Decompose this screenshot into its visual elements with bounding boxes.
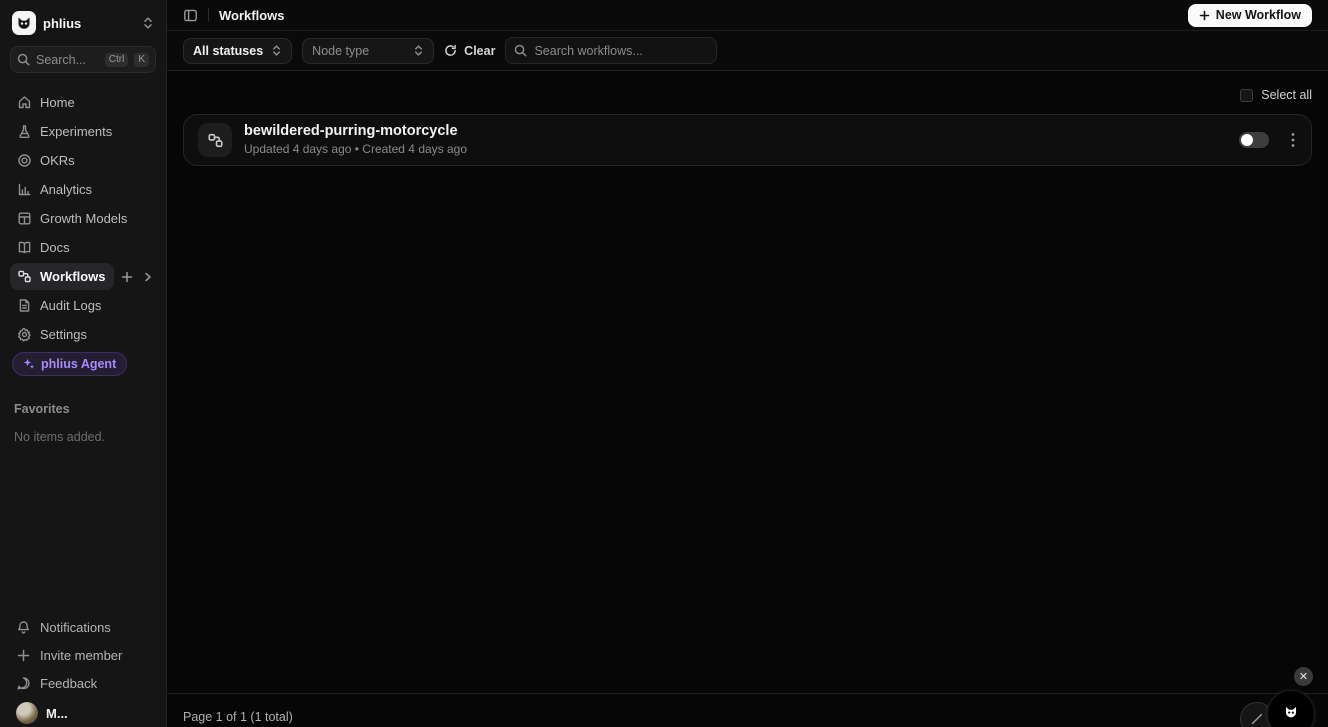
workflow-meta: Updated 4 days ago • Created 4 days ago	[244, 142, 468, 156]
sidebar-item-analytics[interactable]: Analytics	[10, 176, 156, 203]
workflow-search-box	[505, 37, 718, 64]
bar-chart-icon	[17, 182, 32, 197]
sidebar-item-label: Home	[40, 95, 75, 110]
plus-icon	[1199, 10, 1210, 21]
phlius-agent-button[interactable]: phlius Agent	[12, 352, 128, 376]
sidebar-item-label: Docs	[40, 240, 70, 255]
clear-filters-button[interactable]: Clear	[444, 44, 495, 58]
workflow-icon	[17, 269, 32, 284]
refresh-icon	[444, 44, 457, 57]
page-title: Workflows	[219, 7, 285, 23]
book-icon	[17, 240, 32, 255]
user-name: M...	[46, 705, 68, 721]
sidebar-item-home[interactable]: Home	[10, 89, 156, 116]
sidebar-item-label: Audit Logs	[40, 298, 102, 313]
document-icon	[17, 298, 32, 313]
select-all-checkbox[interactable]	[1240, 88, 1254, 102]
home-icon	[17, 95, 32, 110]
sidebar-item-label: Workflows	[40, 269, 106, 284]
sidebar-nav: Home Experiments OKRs Analytics Growth M…	[10, 89, 156, 348]
phlius-logo-icon	[12, 11, 36, 35]
pagination-label: Page 1 of 1 (1 total)	[183, 710, 293, 724]
search-icon	[17, 53, 30, 66]
select-all-row: Select all	[183, 87, 1312, 103]
filter-bar: All statuses Node type Clear	[167, 31, 1328, 71]
sidebar-search-placeholder: Search...	[36, 52, 87, 67]
bell-icon	[16, 620, 31, 635]
clear-label: Clear	[464, 43, 496, 58]
notifications-label: Notifications	[40, 619, 111, 635]
table-grid-icon	[17, 211, 32, 226]
flask-icon	[17, 124, 32, 139]
sidebar-item-label: Growth Models	[40, 211, 128, 226]
feedback-label: Feedback	[40, 675, 98, 691]
target-icon	[17, 153, 32, 168]
notifications-button[interactable]: Notifications	[10, 613, 156, 641]
sidebar-item-experiments[interactable]: Experiments	[10, 118, 156, 145]
sidebar-item-label: OKRs	[40, 153, 75, 168]
workflow-row[interactable]: bewildered-purring-motorcycle Updated 4 …	[183, 114, 1312, 166]
gear-icon	[17, 327, 32, 342]
add-workflow-button[interactable]	[119, 269, 135, 285]
invite-member-button[interactable]: Invite member	[10, 641, 156, 669]
sidebar-item-audit-logs[interactable]: Audit Logs	[10, 292, 156, 319]
sparkle-icon	[23, 358, 35, 370]
sidebar-item-workflows-row: Workflows	[10, 263, 156, 290]
plus-icon	[16, 648, 31, 663]
sidebar-footer: Notifications Invite member Feedback M..…	[10, 613, 156, 727]
sidebar-item-growth-models[interactable]: Growth Models	[10, 205, 156, 232]
sidebar-item-label: Settings	[40, 327, 87, 342]
workflow-list: Select all bewildered-purring-motorcycle…	[167, 71, 1328, 693]
sidebar-item-workflows[interactable]: Workflows	[10, 263, 114, 290]
sidebar-item-label: Analytics	[40, 182, 93, 197]
header-divider	[208, 8, 209, 22]
workflow-title: bewildered-purring-motorcycle	[244, 123, 458, 139]
new-workflow-label: New Workflow	[1215, 8, 1301, 22]
chevron-up-down-icon	[413, 44, 424, 57]
main-area: Workflows New Workflow All statuses Node…	[167, 0, 1328, 727]
workflow-search-input[interactable]	[534, 43, 709, 58]
shortcut-key-badge: K	[134, 52, 149, 67]
phlius-agent-label: phlius Agent	[41, 357, 117, 371]
favorites-title: Favorites	[14, 402, 70, 416]
avatar	[16, 702, 38, 724]
kebab-menu-icon[interactable]	[1289, 130, 1297, 150]
sidebar-toggle-icon[interactable]	[183, 8, 198, 23]
search-icon	[514, 44, 527, 57]
shortcut-ctrl-badge: Ctrl	[104, 52, 129, 67]
user-menu[interactable]: M...	[10, 697, 156, 727]
chat-bubble-icon	[16, 676, 31, 691]
main-header: Workflows New Workflow	[167, 0, 1328, 31]
select-all-label: Select all	[1261, 88, 1312, 102]
sidebar-item-label: Experiments	[40, 124, 113, 139]
chevron-up-down-icon	[271, 44, 282, 57]
feedback-button[interactable]: Feedback	[10, 669, 156, 697]
toggle-knob	[1241, 134, 1253, 146]
sidebar: phlius Search... Ctrl K Home Experiments…	[0, 0, 167, 727]
node-type-filter-select[interactable]: Node type	[302, 37, 435, 64]
pagination-bar: Page 1 of 1 (1 total)	[167, 693, 1328, 727]
expand-workflows-chevron[interactable]	[140, 269, 156, 285]
workflow-info: bewildered-purring-motorcycle Updated 4 …	[244, 123, 1227, 157]
workflow-icon	[198, 123, 232, 157]
workspace-name: phlius	[43, 15, 82, 31]
sidebar-search-input[interactable]: Search... Ctrl K	[10, 46, 156, 73]
workflow-enabled-toggle[interactable]	[1239, 132, 1269, 148]
close-icon[interactable]: ✕	[1294, 667, 1313, 686]
invite-member-label: Invite member	[40, 647, 123, 663]
chevron-up-down-icon	[142, 16, 154, 30]
sidebar-item-okrs[interactable]: OKRs	[10, 147, 156, 174]
new-workflow-button[interactable]: New Workflow	[1187, 3, 1312, 27]
node-type-placeholder: Node type	[312, 43, 370, 58]
status-filter-select[interactable]: All statuses	[183, 37, 293, 64]
sidebar-item-docs[interactable]: Docs	[10, 234, 156, 261]
favorites-section: Favorites No items added.	[10, 402, 156, 444]
status-filter-value: All statuses	[193, 43, 264, 58]
favorites-empty-text: No items added.	[14, 430, 106, 444]
workspace-switcher[interactable]: phlius	[10, 10, 156, 36]
sidebar-item-settings[interactable]: Settings	[10, 321, 156, 348]
